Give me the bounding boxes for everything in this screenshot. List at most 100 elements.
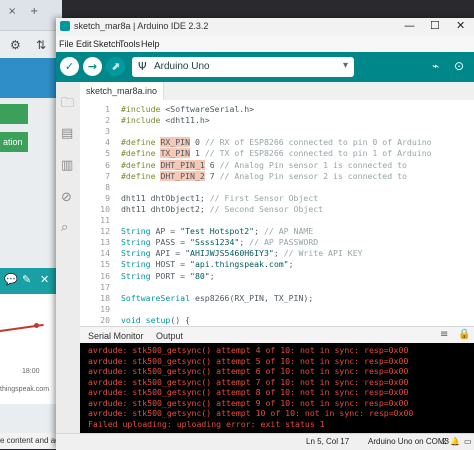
- background-chart-time-label: 18:00: [22, 368, 40, 375]
- code-line[interactable]: 12 String AP = "Test Hotspot2"; // AP NAM…: [80, 226, 470, 237]
- line-number: 17: [100, 281, 110, 292]
- cursor-position: Ln 5, Col 17: [306, 437, 350, 446]
- line-number: 12: [100, 226, 110, 237]
- serial-monitor-icon[interactable]: ⊙: [454, 59, 464, 73]
- menu-tools[interactable]: Tools: [119, 39, 140, 49]
- code-text: #define DHT_PIN_2 7 // Analog Pin sensor…: [121, 170, 407, 181]
- search-icon[interactable]: ⌕: [61, 220, 68, 235]
- console-line: avrdude: stk500_getsync() attempt 4 of 1…: [88, 345, 409, 355]
- code-line[interactable]: 18 SoftwareSerial esp8266(RX_PIN, TX_PIN)…: [80, 293, 470, 304]
- code-line[interactable]: 9 dht11 dhtObject1; // First Sensor Objec…: [80, 193, 470, 204]
- layout-icon[interactable]: ▭: [464, 437, 472, 446]
- menu-help[interactable]: Help: [141, 39, 160, 49]
- close-window-icon[interactable]: ✕: [456, 19, 465, 32]
- code-text: #include <SoftwareSerial.h>: [121, 104, 255, 114]
- output-panel-tabs: Serial Monitor Output ≡ 🔒: [80, 326, 474, 344]
- code-line[interactable]: 8: [80, 182, 470, 193]
- menu-file[interactable]: File: [59, 39, 74, 49]
- output-console[interactable]: avrdude: stk500_getsync() attempt 4 of 1…: [80, 343, 474, 433]
- line-number: 3: [105, 126, 110, 137]
- maximize-icon[interactable]: ☐: [430, 19, 440, 32]
- code-line[interactable]: 1 #include <SoftwareSerial.h>: [80, 104, 470, 115]
- code-editor[interactable]: 1 #include <SoftwareSerial.h> 2 #include <d…: [80, 100, 474, 326]
- menu-sketch[interactable]: Sketch: [93, 39, 121, 49]
- console-line: avrdude: stk500_getsync() attempt 8 of 1…: [88, 387, 409, 397]
- line-number: 18: [100, 292, 110, 303]
- tab-serial-monitor[interactable]: Serial Monitor: [88, 331, 144, 341]
- code-line[interactable]: 7 #define DHT_PIN_2 7 // Analog Pin senso…: [80, 170, 470, 182]
- close-icon[interactable]: ✕: [40, 273, 49, 286]
- line-number: 7: [105, 170, 110, 181]
- file-tab-sketch[interactable]: sketch_mar8a.ino: [80, 82, 165, 100]
- line-number: 11: [100, 215, 110, 225]
- background-new-tab-icon[interactable]: +: [30, 6, 38, 17]
- title-bar: sketch_mar8a | Arduino IDE 2.3.2 — ☐ ✕: [56, 18, 474, 36]
- status-bar: Ln 5, Col 17 Arduino Uno on COM3 2 🔔 ▭: [56, 433, 474, 450]
- menu-edit[interactable]: Edit: [76, 39, 92, 49]
- lock-icon[interactable]: 🔒: [458, 329, 470, 340]
- serial-plotter-icon[interactable]: ⌁: [432, 59, 439, 73]
- background-settings-icon[interactable]: ⚙: [10, 38, 21, 52]
- line-number: 10: [100, 203, 110, 214]
- upload-button[interactable]: →: [83, 57, 102, 76]
- bell-icon[interactable]: 🔔: [450, 437, 460, 446]
- line-number: 19: [100, 303, 110, 314]
- background-chart: 18:00 thingspeak.com: [0, 294, 56, 404]
- code-text: #include <dht11.h>: [121, 115, 210, 126]
- boards-manager-icon[interactable]: ▤: [61, 126, 73, 141]
- code-line[interactable]: 15 String HOST = "api.thingspeak.com";: [80, 259, 470, 270]
- code-line[interactable]: 5 #define TX_PIN 1 // TX of ESP8266 conne…: [80, 148, 470, 159]
- clear-output-icon[interactable]: ≡: [440, 329, 448, 340]
- code-line[interactable]: 11: [80, 215, 470, 226]
- background-site-label[interactable]: thingspeak.com: [0, 386, 49, 393]
- board-port-status[interactable]: Arduino Uno on COM3: [368, 437, 449, 446]
- line-number: 9: [105, 192, 110, 203]
- minimize-icon[interactable]: —: [404, 19, 415, 32]
- code-line[interactable]: 10 dht11 dhtObject2; // Second Sensor Obj…: [80, 204, 470, 215]
- verify-button[interactable]: ✓: [60, 57, 79, 76]
- background-ad-text: e content and ads,: [0, 433, 62, 449]
- code-text: #define RX_PIN 0 // RX of ESP8266 connec…: [121, 137, 432, 148]
- background-chart-toolbar: 💬 ✎ ✕: [0, 268, 62, 294]
- line-number: 20: [100, 314, 110, 325]
- arduino-app-icon: [60, 21, 70, 31]
- code-text: String HOST = "api.thingspeak.com";: [121, 259, 294, 270]
- code-line[interactable]: 2 #include <dht11.h>: [80, 115, 470, 126]
- code-line[interactable]: 17: [80, 282, 470, 293]
- debug-button[interactable]: ⬈: [106, 57, 125, 76]
- edit-icon[interactable]: ✎: [22, 273, 31, 286]
- console-line: avrdude: stk500_getsync() attempt 6 of 1…: [88, 366, 409, 376]
- notification-count[interactable]: 2: [442, 437, 446, 446]
- code-line[interactable]: 3: [80, 126, 470, 137]
- folder-icon[interactable]: 🗀: [61, 94, 74, 116]
- background-tab-close-icon[interactable]: ×: [8, 6, 16, 17]
- line-number: 16: [100, 270, 110, 281]
- line-number: 6: [105, 159, 110, 170]
- code-text: String API = "AHIJWJS5460H6IY3"; // Writ…: [121, 248, 363, 259]
- tab-output[interactable]: Output: [156, 331, 183, 341]
- window-title: sketch_mar8a | Arduino IDE 2.3.2: [74, 21, 209, 31]
- debug-icon[interactable]: ⊘: [61, 190, 72, 205]
- background-chart-point: [34, 323, 39, 328]
- board-selector[interactable]: Ψ Arduino Uno ▾: [132, 57, 354, 77]
- code-line[interactable]: 20 void setup() {: [80, 315, 470, 326]
- background-green-button-2[interactable]: ation: [0, 132, 28, 152]
- line-number: 14: [100, 248, 110, 259]
- code-line[interactable]: 4 #define RX_PIN 0 // RX of ESP8266 conne…: [80, 137, 470, 148]
- code-line[interactable]: 14 String API = "AHIJWJS5460H6IY3"; // Wr…: [80, 248, 470, 259]
- line-number: 8: [105, 181, 110, 192]
- background-green-button[interactable]: [0, 104, 28, 124]
- comment-icon[interactable]: 💬: [4, 273, 18, 286]
- line-number: 4: [105, 137, 110, 148]
- code-line[interactable]: 19: [80, 304, 470, 315]
- code-line[interactable]: 16 String PORT = "80";: [80, 271, 470, 282]
- line-number: 13: [100, 237, 110, 248]
- code-line[interactable]: 6 #define DHT_PIN_1 6 // Analog Pin senso…: [80, 159, 470, 171]
- line-number: 1: [105, 104, 110, 114]
- background-sort-icon[interactable]: ⇅: [36, 38, 46, 52]
- code-line[interactable]: 13 String PASS = "Ssss1234"; // AP PASSWO…: [80, 237, 470, 248]
- background-header-band: [0, 58, 62, 98]
- code-text: dht11 dhtObject2; // Second Sensor Objec…: [121, 203, 324, 214]
- activity-sidebar: 🗀 ▤ ▥ ⊘ ⌕: [56, 82, 81, 449]
- library-manager-icon[interactable]: ▥: [61, 158, 73, 173]
